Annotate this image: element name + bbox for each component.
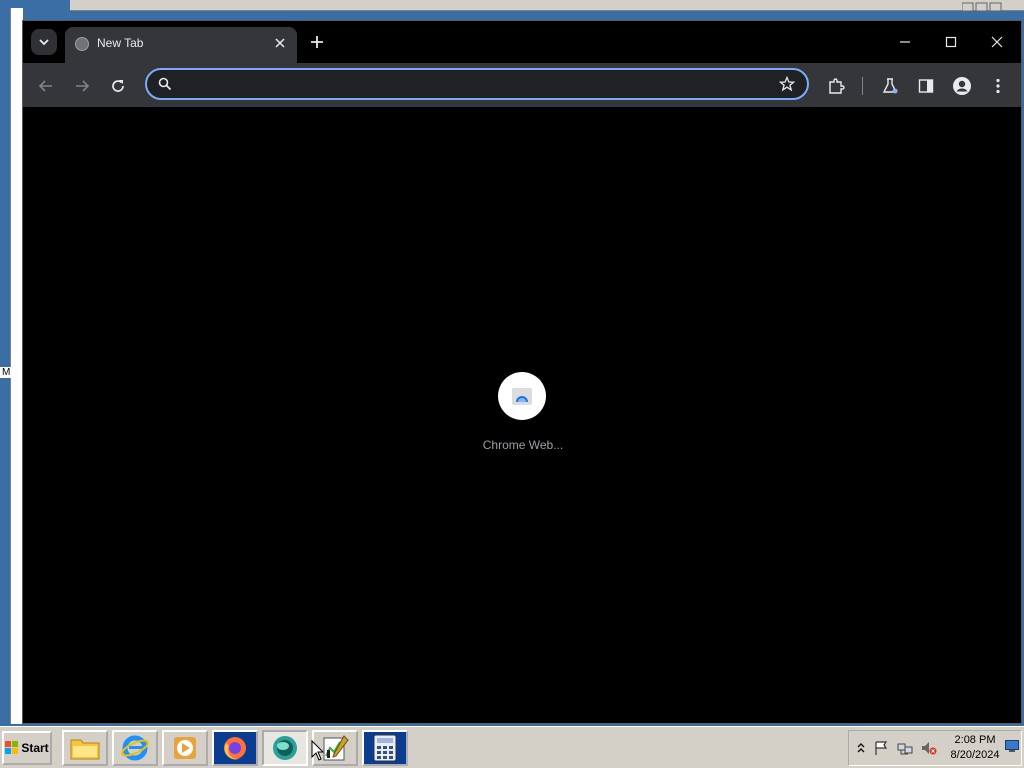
chrome-web-store-icon (498, 372, 546, 420)
side-panel-icon (918, 79, 934, 93)
plus-icon (311, 36, 323, 48)
back-arrow-icon (38, 80, 52, 92)
clock-date: 8/20/2024 (950, 749, 1000, 761)
background-window-titlebar (70, 0, 1024, 11)
start-label: Start (21, 741, 49, 755)
menu-button[interactable] (985, 73, 1011, 99)
extensions-icon (829, 78, 845, 94)
loading-label: Chrome Web... (482, 438, 564, 452)
volume-muted-icon (922, 742, 937, 755)
taskbar-app-media-player[interactable] (162, 730, 208, 766)
window-close-button[interactable] (975, 29, 1019, 55)
chevron-down-icon (39, 39, 49, 46)
page-content: Chrome Web... (23, 107, 1021, 723)
minimize-icon (900, 41, 910, 43)
system-tray: 2:08 PM 8/20/2024 (848, 730, 1022, 766)
taskbar-app-file-explorer[interactable] (62, 730, 108, 766)
toolbar-separator (862, 77, 863, 95)
reload-icon (112, 80, 124, 92)
tray-volume-muted[interactable] (921, 740, 937, 756)
calculator-icon (373, 734, 397, 762)
back-button[interactable] (33, 73, 59, 99)
taskbar-app-firefox[interactable] (212, 730, 258, 766)
forward-arrow-icon (76, 80, 90, 92)
background-window-controls-icon (961, 2, 1002, 12)
minimize-button[interactable] (883, 29, 927, 55)
taskbar: Start 2:08 PM 8/20/2024 (0, 726, 1024, 768)
folder-icon (70, 739, 100, 760)
monitor-icon (1005, 740, 1019, 752)
tab-title: New Tab (97, 36, 144, 50)
close-icon (991, 36, 1003, 48)
bookmark-star-button[interactable] (777, 74, 797, 94)
double-chevron-up-icon (857, 743, 865, 753)
media-player-icon (174, 737, 196, 759)
chrome-window: New Tab Chrome Web... (22, 20, 1022, 724)
show-desktop-button[interactable] (1005, 739, 1019, 753)
tab-strip: New Tab (23, 21, 1021, 63)
background-window-label: M (0, 367, 13, 378)
maximize-icon (945, 36, 957, 48)
profile-icon (953, 77, 971, 95)
store-icon (512, 388, 532, 405)
background-window-controls (961, 2, 1002, 12)
reload-button[interactable] (105, 73, 131, 99)
globe-icon (75, 37, 89, 51)
taskbar-app-chrome[interactable] (262, 730, 308, 766)
show-hidden-icons-button[interactable] (853, 740, 869, 756)
tab-search-button[interactable] (31, 29, 57, 55)
close-icon (275, 38, 285, 48)
extensions-button[interactable] (823, 73, 849, 99)
profile-button[interactable] (949, 73, 975, 99)
clock-time: 2:08 PM (954, 734, 996, 746)
chrome-browser-icon (273, 736, 297, 760)
search-icon (158, 77, 172, 91)
forward-button[interactable] (69, 73, 95, 99)
windows-logo-icon (5, 741, 19, 755)
menu-icon (996, 78, 1000, 94)
tray-network[interactable] (897, 740, 913, 756)
tab-close-button[interactable] (271, 34, 289, 52)
firefox-icon (224, 737, 246, 760)
tray-action-center[interactable] (873, 740, 889, 756)
new-tab-button[interactable] (305, 30, 329, 54)
internet-explorer-icon (121, 735, 149, 761)
star-icon (779, 76, 795, 92)
tab-new-tab[interactable]: New Tab (65, 27, 297, 63)
browser-toolbar (23, 63, 1021, 107)
address-bar[interactable] (145, 68, 809, 100)
chrome-labs-button[interactable] (877, 73, 903, 99)
labs-flask-icon (882, 78, 898, 94)
maximize-button[interactable] (929, 29, 973, 55)
side-panel-button[interactable] (913, 73, 939, 99)
taskbar-app-calculator[interactable] (362, 730, 408, 766)
flag-icon (875, 741, 888, 755)
mouse-cursor-icon (311, 740, 325, 761)
start-button[interactable]: Start (2, 731, 52, 765)
network-icon (897, 743, 913, 755)
taskbar-app-internet-explorer[interactable] (112, 730, 158, 766)
taskbar-clock[interactable]: 2:08 PM 8/20/2024 (945, 733, 1005, 763)
address-input[interactable] (181, 74, 765, 96)
